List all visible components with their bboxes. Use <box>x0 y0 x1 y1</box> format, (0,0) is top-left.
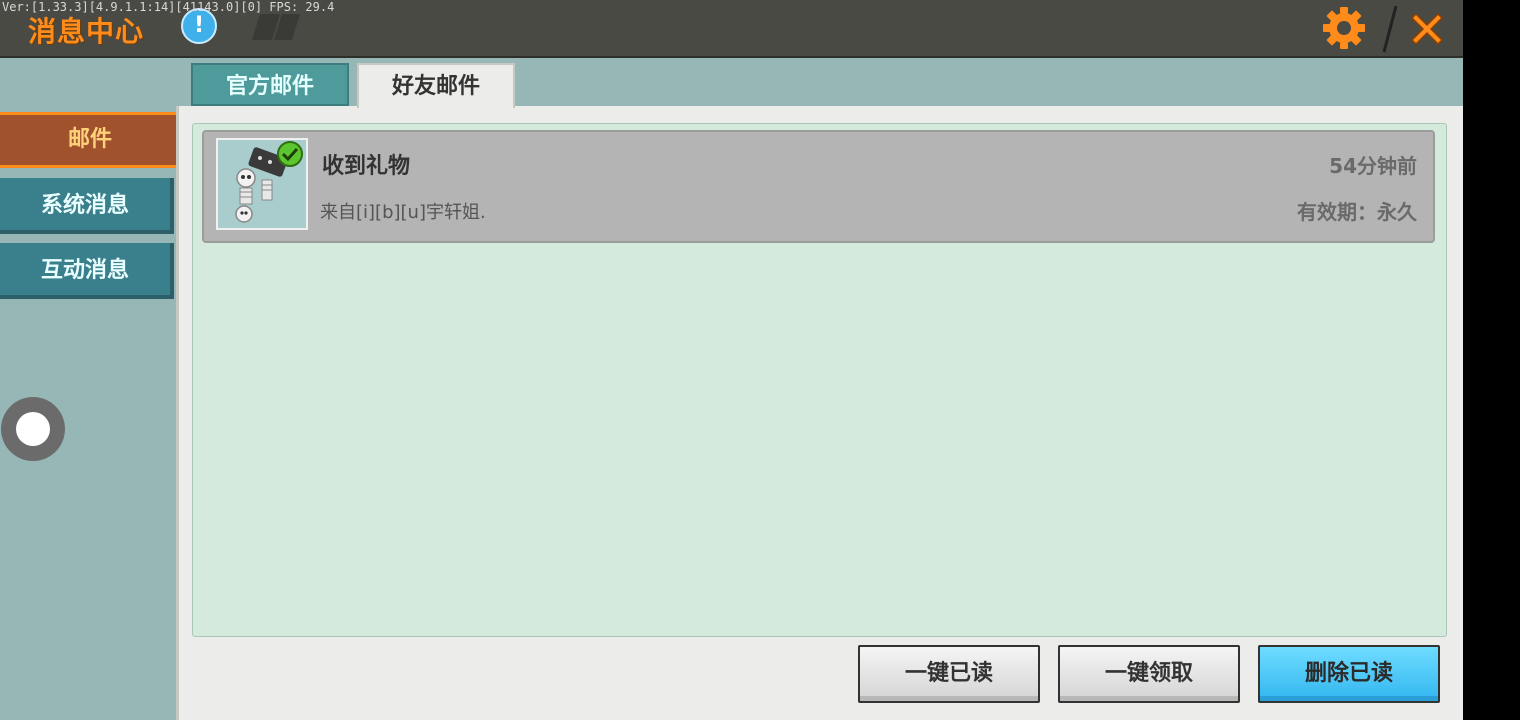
settings-gear-icon[interactable] <box>1322 6 1366 50</box>
read-all-button[interactable]: 一键已读 <box>858 645 1040 703</box>
mail-expiry: 有效期：永久 <box>1297 200 1417 224</box>
screen-edge-strip <box>1463 0 1520 720</box>
sidebar-item-system-messages[interactable]: 系统消息 <box>0 178 174 234</box>
sidebar-item-mail[interactable]: 邮件 <box>0 112 183 168</box>
mail-list-item[interactable]: 收到礼物 来自[i][b][u]宇轩姐. 54分钟前 有效期：永久 <box>202 130 1435 243</box>
claim-all-button[interactable]: 一键领取 <box>1058 645 1240 703</box>
tab-friend-mail[interactable]: 好友邮件 <box>357 63 515 108</box>
delete-read-button[interactable]: 删除已读 <box>1258 645 1440 703</box>
tab-official-mail[interactable]: 官方邮件 <box>191 63 349 106</box>
close-icon[interactable] <box>1406 8 1448 50</box>
floating-joystick-button[interactable] <box>1 397 65 461</box>
decorative-stripes-icon <box>252 14 300 40</box>
page-title: 消息中心 <box>28 15 145 48</box>
mail-sender: 来自[i][b][u]宇轩姐. <box>320 202 486 223</box>
mail-timestamp: 54分钟前 <box>1329 154 1417 178</box>
debug-overlay: Ver:[1.33.3][4.9.1.1:14][41143.0][0] FPS… <box>2 0 335 14</box>
joystick-dot <box>16 412 50 446</box>
sidebar-item-interaction-messages[interactable]: 互动消息 <box>0 243 174 299</box>
mail-title: 收到礼物 <box>322 154 411 179</box>
gift-attachment-icon <box>235 141 303 223</box>
divider-slash-icon <box>1382 5 1398 53</box>
skeleton-item-icon <box>216 138 308 230</box>
message-center-window: 消息中心 ! Ver:[1.33.3][4.9.1.1:14][41143.0]… <box>0 0 1463 720</box>
